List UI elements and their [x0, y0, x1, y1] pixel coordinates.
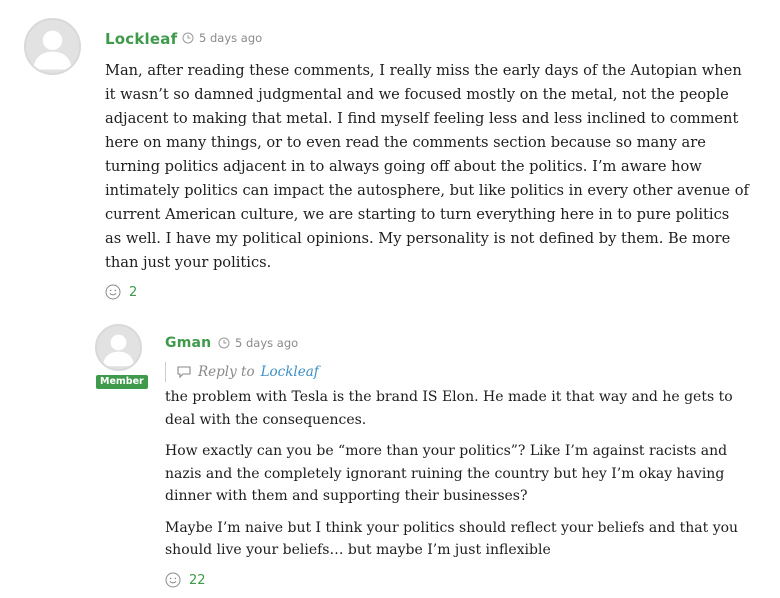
- user-avatar-icon: [33, 30, 72, 70]
- comment-timestamp[interactable]: 5 days ago: [218, 336, 298, 350]
- reaction-count: 22: [189, 572, 206, 588]
- comment-author[interactable]: Gman: [165, 335, 211, 351]
- member-badge: Member: [96, 375, 148, 389]
- smiley-icon: [105, 284, 121, 300]
- reaction-button[interactable]: 2: [105, 284, 137, 300]
- comment-timestamp[interactable]: 5 days ago: [182, 31, 262, 45]
- comment-paragraph: the problem with Tesla is the brand IS E…: [165, 389, 733, 428]
- reaction-count: 2: [129, 284, 138, 300]
- reaction-button[interactable]: 22: [165, 572, 206, 588]
- reply-to: Reply to Lockleaf: [165, 362, 319, 382]
- comment-paragraph: Maybe I’m naive but I think your politic…: [165, 519, 739, 559]
- user-avatar-icon: [102, 334, 135, 367]
- comment-bubble-icon: [177, 366, 191, 379]
- avatar: [95, 324, 142, 371]
- clock-icon: [182, 32, 194, 44]
- comment-paragraph: How exactly can you be “more than your p…: [165, 443, 728, 504]
- smiley-icon: [165, 572, 181, 588]
- clock-icon: [218, 337, 230, 349]
- comment-author[interactable]: Lockleaf: [105, 30, 177, 48]
- time-label: 5 days ago: [235, 336, 299, 350]
- reply-to-label: Reply to: [198, 364, 255, 380]
- comment-body: the problem with Tesla is the brand IS E…: [165, 386, 750, 562]
- time-label: 5 days ago: [199, 31, 263, 45]
- reply-to-link[interactable]: Lockleaf: [261, 364, 319, 380]
- comment-body: Man, after reading these comments, I rea…: [105, 59, 750, 275]
- avatar: [24, 18, 81, 75]
- comment-paragraph: Man, after reading these comments, I rea…: [105, 62, 749, 271]
